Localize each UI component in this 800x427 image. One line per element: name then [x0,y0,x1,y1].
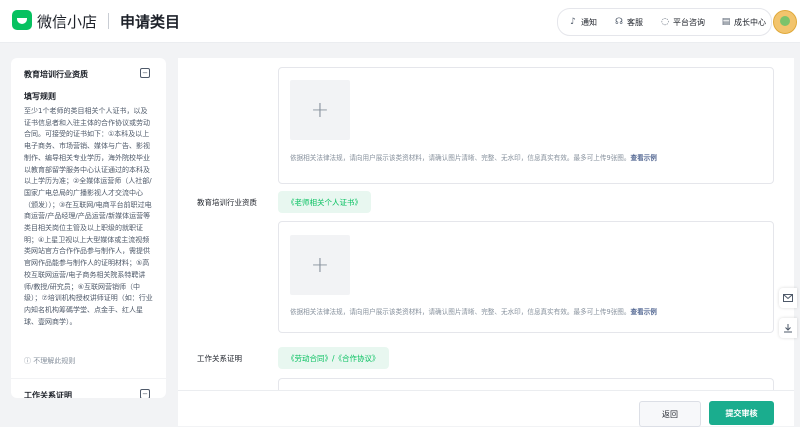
cert-label: 教育培训行业资质 [197,198,257,207]
upload-card-2: + 依据相关法律法规，请向用户展示该类资材料，请确认图片清晰、完整、无水印，信息… [278,221,774,333]
rule-text: 至少1个老师的类目相关个人证书，以及证书信息者和入驻主体的合作协议或劳动合同。可… [24,107,153,326]
page-title: 申请类目 [120,13,181,31]
nav-notifications[interactable]: ♪ 通知 [568,13,597,31]
sidebar-next-section-title: 工作关系证明 [24,391,72,398]
work-tag[interactable]: 《劳动合同》/《合作协议》 [278,347,389,369]
nav-customer-service[interactable]: ☊ 客服 [614,13,643,31]
headset-icon: ☊ [615,17,623,27]
nav-customer-service-label: 客服 [627,17,643,27]
chat-icon: ◌ [661,17,669,27]
nav-notifications-label: 通知 [581,17,597,27]
sidebar-title: 教育培训行业资质 [24,70,88,79]
footer-bar: 返回 提交审核 [178,390,794,427]
avatar[interactable] [773,10,797,34]
download-icon[interactable] [779,318,797,338]
expand-icon[interactable]: − [140,389,150,398]
work-label: 工作关系证明 [197,354,242,363]
back-button[interactable]: 返回 [639,401,701,427]
upload-card-1: + 依据相关法律法规，请向用户展示该类资材料，请确认图片清晰、完整、无水印，信息… [278,67,774,184]
nav-platform-consult-label: 平台咨询 [673,17,705,27]
upload-hint-1: 依据相关法律法规，请向用户展示该类资材料，请确认图片清晰、完整、无水印，信息真实… [290,152,657,162]
bell-icon: ♪ [570,17,576,27]
plus-icon: + [310,97,330,123]
top-bar: 微信小店 申请类目 ♪ 通知 ☊ 客服 ◌ 平台咨询 ▤ 成长中心 [0,0,800,43]
upload-button-1[interactable]: + [290,80,350,140]
nav-growth-center[interactable]: ▤ 成长中心 [721,13,766,31]
header-divider [108,13,109,29]
brand-name: 微信小店 [37,13,98,31]
upload-hint-1-text: 依据相关法律法规，请向用户展示该类资材料，请确认图片清晰、完整、无水印，信息真实… [290,154,631,162]
collapse-icon[interactable]: − [140,68,150,78]
upload-hint-2-text: 依据相关法律法规，请向用户展示该类资材料，请确认图片清晰、完整、无水印，信息真实… [290,308,631,316]
view-example-link-2[interactable]: 查看示例 [630,308,656,316]
rule-sidebar: 教育培训行业资质 − 填写规则 至少1个老师的类目相关个人证书，以及证书信息者和… [11,58,166,398]
wechat-shop-logo-icon [12,10,32,30]
not-understand-label: 不理解此规则 [33,357,76,365]
upload-hint-2: 依据相关法律法规，请向用户展示该类资材料，请确认图片清晰、完整、无水印，信息真实… [290,306,657,316]
document-icon: ▤ [721,17,731,27]
mail-icon[interactable] [779,288,797,308]
form-panel: + 依据相关法律法规，请向用户展示该类资材料，请确认图片清晰、完整、无水印，信息… [178,58,794,425]
top-nav: ♪ 通知 ☊ 客服 ◌ 平台咨询 ▤ 成长中心 [557,8,772,36]
rule-title: 填写规则 [24,92,56,101]
cert-tag[interactable]: 《老师相关个人证书》 [278,191,371,213]
upload-button-2[interactable]: + [290,235,350,295]
plus-icon: + [310,252,330,278]
submit-review-button[interactable]: 提交审核 [709,401,774,425]
view-example-link-1[interactable]: 查看示例 [630,154,656,162]
info-icon: ⓘ [24,357,34,365]
nav-platform-consult[interactable]: ◌ 平台咨询 [660,13,705,31]
nav-growth-center-label: 成长中心 [734,17,766,27]
sidebar-divider [11,378,166,379]
not-understand-link[interactable]: ⓘ 不理解此规则 [24,356,75,366]
